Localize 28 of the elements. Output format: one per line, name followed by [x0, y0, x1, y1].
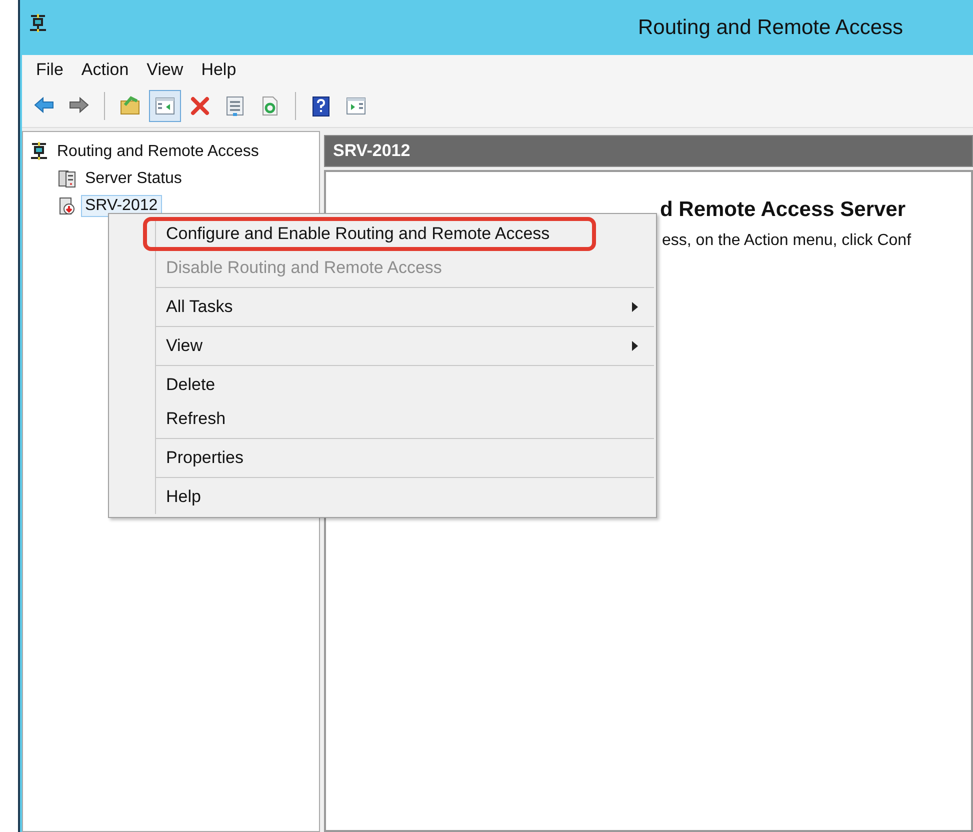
properties-icon: [224, 95, 246, 117]
action-pane-icon: [345, 95, 367, 117]
menu-item[interactable]: All Tasks: [143, 290, 656, 324]
description-text: ess, on the Action menu, click Conf: [662, 232, 912, 250]
window-title: Routing and Remote Access: [637, 16, 904, 40]
menu-item[interactable]: Help: [195, 58, 242, 82]
tree-item[interactable]: SRV-2012: [81, 194, 162, 216]
menu-item[interactable]: Delete: [143, 368, 656, 402]
servers-icon: [57, 168, 77, 188]
pane-header: SRV-2012: [324, 135, 973, 167]
menu-item[interactable]: Help: [143, 480, 656, 514]
network-server-icon: [29, 142, 49, 162]
menu-item[interactable]: View: [140, 58, 190, 82]
menu-item[interactable]: Properties: [143, 441, 656, 475]
menu-item[interactable]: Action: [75, 58, 135, 82]
menu-item[interactable]: File: [30, 58, 70, 82]
menu-item[interactable]: View: [143, 329, 656, 363]
server-stopped-icon: [57, 196, 77, 216]
delete-icon: [189, 95, 211, 117]
menu-item[interactable]: Refresh: [143, 402, 656, 436]
help-icon: [310, 95, 332, 117]
folder-icon: [119, 95, 141, 117]
tree-item[interactable]: Server Status: [81, 168, 186, 190]
tree-item[interactable]: Routing and Remote Access: [53, 140, 263, 162]
tree-pane-icon: [154, 95, 176, 117]
menu-item[interactable]: Configure and Enable Routing and Remote Access: [143, 217, 596, 251]
app-icon: [28, 14, 48, 32]
heading: d Remote Access Server: [660, 198, 906, 222]
